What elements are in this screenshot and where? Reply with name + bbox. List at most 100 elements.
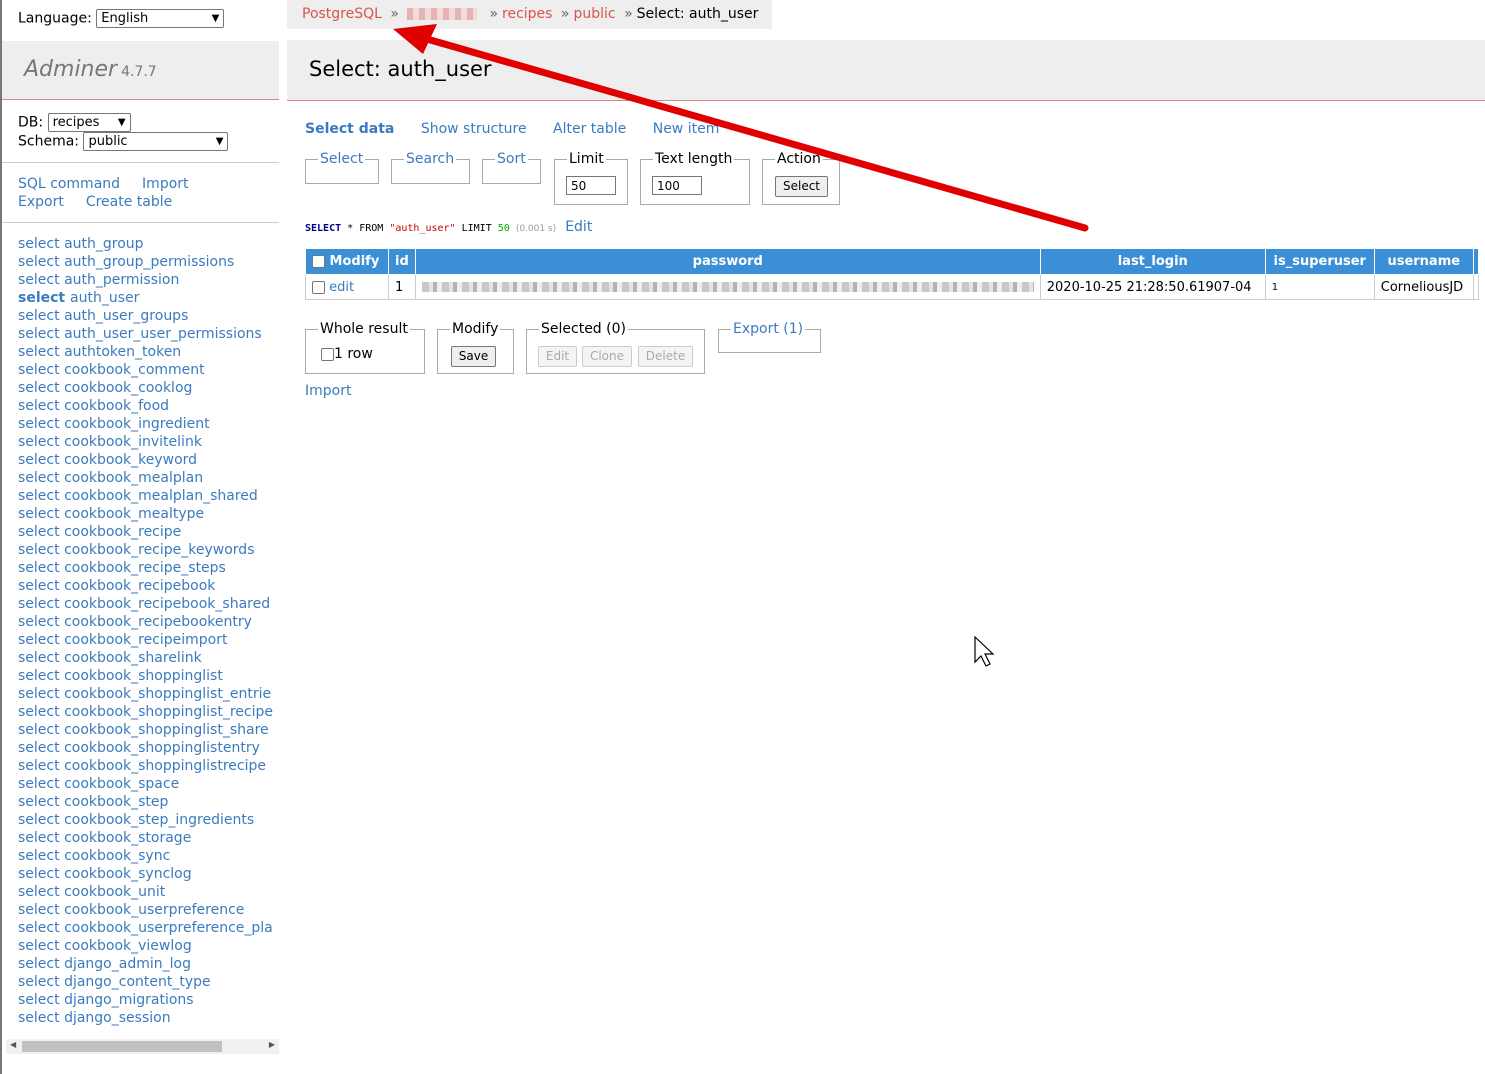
select-all-checkbox[interactable] — [312, 255, 325, 268]
table-name-link[interactable]: cookbook_step — [64, 794, 168, 810]
sidebar-item-cookbook-shoppinglistentry[interactable]: select cookbook_shoppinglistentry — [18, 739, 279, 757]
sidebar-item-cookbook-shoppinglist-recipe[interactable]: select cookbook_shoppinglist_recipe — [18, 703, 279, 721]
table-name-link[interactable]: django_admin_log — [64, 956, 191, 972]
table-name-link[interactable]: cookbook_step_ingredients — [64, 812, 254, 828]
cell-is-superuser[interactable]: 1 — [1264, 274, 1375, 300]
create-table-link[interactable]: Create table — [86, 194, 172, 210]
sidebar-item-cookbook-invitelink[interactable]: select cookbook_invitelink — [18, 433, 279, 451]
table-select-link[interactable]: select — [18, 560, 60, 576]
search-legend[interactable]: Search — [404, 151, 456, 167]
table-select-link[interactable]: select — [18, 938, 60, 954]
table-name-link[interactable]: cookbook_ingredient — [64, 416, 210, 432]
sidebar-item-cookbook-shoppinglist-entrie[interactable]: select cookbook_shoppinglist_entrie — [18, 685, 279, 703]
table-name-link[interactable]: cookbook_sync — [64, 848, 170, 864]
text-length-input[interactable]: 100 — [652, 176, 702, 195]
sidebar-item-django-session[interactable]: select django_session — [18, 1009, 279, 1027]
table-select-link[interactable]: select — [18, 704, 60, 720]
edit-button[interactable]: Edit — [538, 346, 577, 367]
table-name-link[interactable]: cookbook_sharelink — [64, 650, 202, 666]
table-select-link[interactable]: select — [18, 254, 60, 270]
table-name-link[interactable]: cookbook_invitelink — [64, 434, 202, 450]
table-name-link[interactable]: cookbook_recipeimport — [64, 632, 227, 648]
table-name-link[interactable]: cookbook_unit — [64, 884, 165, 900]
table-name-link[interactable]: cookbook_userpreference — [64, 902, 244, 918]
table-select-link[interactable]: select — [18, 812, 60, 828]
import-link[interactable]: Import — [142, 176, 188, 192]
table-select-link[interactable]: select — [18, 398, 60, 414]
sidebar-item-cookbook-sync[interactable]: select cookbook_sync — [18, 847, 279, 865]
sidebar-item-django-content-type[interactable]: select django_content_type — [18, 973, 279, 991]
table-select-link[interactable]: select — [18, 290, 65, 306]
table-select-link[interactable]: select — [18, 686, 60, 702]
sidebar-item-cookbook-unit[interactable]: select cookbook_unit — [18, 883, 279, 901]
table-select-link[interactable]: select — [18, 758, 60, 774]
table-name-link[interactable]: cookbook_shoppinglist — [64, 668, 223, 684]
query-edit-link[interactable]: Edit — [565, 219, 592, 235]
sidebar-item-auth-user-groups[interactable]: select auth_user_groups — [18, 307, 279, 325]
sidebar-item-cookbook-mealplan[interactable]: select cookbook_mealplan — [18, 469, 279, 487]
table-name-link[interactable]: django_content_type — [64, 974, 211, 990]
table-name-link[interactable]: cookbook_shoppinglistentry — [64, 740, 260, 756]
sidebar-item-cookbook-recipe[interactable]: select cookbook_recipe — [18, 523, 279, 541]
table-select-link[interactable]: select — [18, 452, 60, 468]
table-select-link[interactable]: select — [18, 524, 60, 540]
table-name-link[interactable]: cookbook_cooklog — [64, 380, 192, 396]
table-select-link[interactable]: select — [18, 596, 60, 612]
sidebar-item-cookbook-cooklog[interactable]: select cookbook_cooklog — [18, 379, 279, 397]
sidebar-item-auth-group[interactable]: select auth_group — [18, 235, 279, 253]
save-button[interactable]: Save — [451, 346, 496, 367]
table-select-link[interactable]: select — [18, 326, 60, 342]
cell-password[interactable] — [414, 274, 1041, 300]
sql-command-link[interactable]: SQL command — [18, 176, 120, 192]
tab-new-item[interactable]: New item — [653, 121, 720, 137]
import-link-bottom[interactable]: Import — [305, 383, 351, 399]
sidebar-item-cookbook-keyword[interactable]: select cookbook_keyword — [18, 451, 279, 469]
table-select-link[interactable]: select — [18, 1010, 60, 1026]
table-name-link[interactable]: cookbook_mealtype — [64, 506, 204, 522]
table-select-link[interactable]: select — [18, 380, 60, 396]
sidebar-item-django-admin-log[interactable]: select django_admin_log — [18, 955, 279, 973]
table-name-link[interactable]: auth_user_user_permissions — [64, 326, 262, 342]
column-header-username[interactable]: username — [1373, 248, 1474, 275]
tab-select-data[interactable]: Select data — [305, 121, 394, 137]
sidebar-item-cookbook-mealtype[interactable]: select cookbook_mealtype — [18, 505, 279, 523]
sidebar-item-auth-user-user-permissions[interactable]: select auth_user_user_permissions — [18, 325, 279, 343]
sidebar-item-cookbook-recipebook[interactable]: select cookbook_recipebook — [18, 577, 279, 595]
cell-last-login[interactable]: 2020-10-25 21:28:50.61907-04 — [1039, 274, 1266, 300]
brand-name[interactable]: Adminer — [24, 57, 117, 82]
table-select-link[interactable]: select — [18, 578, 60, 594]
sidebar-item-cookbook-sharelink[interactable]: select cookbook_sharelink — [18, 649, 279, 667]
select-legend[interactable]: Select — [318, 151, 365, 167]
table-name-link[interactable]: cookbook_keyword — [64, 452, 197, 468]
sidebar-item-cookbook-userpreference-pla[interactable]: select cookbook_userpreference_pla — [18, 919, 279, 937]
tab-alter-table[interactable]: Alter table — [553, 121, 626, 137]
table-select-link[interactable]: select — [18, 668, 60, 684]
export-legend[interactable]: Export (1) — [731, 321, 805, 337]
db-select[interactable]: recipes ▼ — [47, 113, 131, 132]
table-name-link[interactable]: auth_user — [70, 290, 139, 306]
table-name-link[interactable]: cookbook_shoppinglistrecipe — [64, 758, 266, 774]
scroll-left-icon[interactable]: ◀ — [10, 1040, 16, 1049]
table-select-link[interactable]: select — [18, 542, 60, 558]
table-name-link[interactable]: cookbook_recipebookentry — [64, 614, 252, 630]
table-name-link[interactable]: cookbook_recipe_steps — [64, 560, 226, 576]
table-select-link[interactable]: select — [18, 272, 60, 288]
cell-id[interactable]: 1 — [388, 274, 416, 300]
column-header-last-login[interactable]: last_login — [1039, 248, 1266, 275]
table-select-link[interactable]: select — [18, 344, 60, 360]
table-select-link[interactable]: select — [18, 650, 60, 666]
table-name-link[interactable]: cookbook_storage — [64, 830, 191, 846]
sidebar-item-cookbook-step-ingredients[interactable]: select cookbook_step_ingredients — [18, 811, 279, 829]
table-name-link[interactable]: cookbook_space — [64, 776, 179, 792]
table-select-link[interactable]: select — [18, 740, 60, 756]
table-name-link[interactable]: cookbook_viewlog — [64, 938, 192, 954]
table-select-link[interactable]: select — [18, 794, 60, 810]
table-name-link[interactable]: cookbook_synclog — [64, 866, 192, 882]
cell-username[interactable]: CorneliousJD — [1373, 274, 1474, 300]
sidebar-item-cookbook-viewlog[interactable]: select cookbook_viewlog — [18, 937, 279, 955]
sidebar-item-cookbook-ingredient[interactable]: select cookbook_ingredient — [18, 415, 279, 433]
sidebar-item-cookbook-recipeimport[interactable]: select cookbook_recipeimport — [18, 631, 279, 649]
sidebar-item-cookbook-food[interactable]: select cookbook_food — [18, 397, 279, 415]
sidebar-item-cookbook-space[interactable]: select cookbook_space — [18, 775, 279, 793]
table-select-link[interactable]: select — [18, 884, 60, 900]
